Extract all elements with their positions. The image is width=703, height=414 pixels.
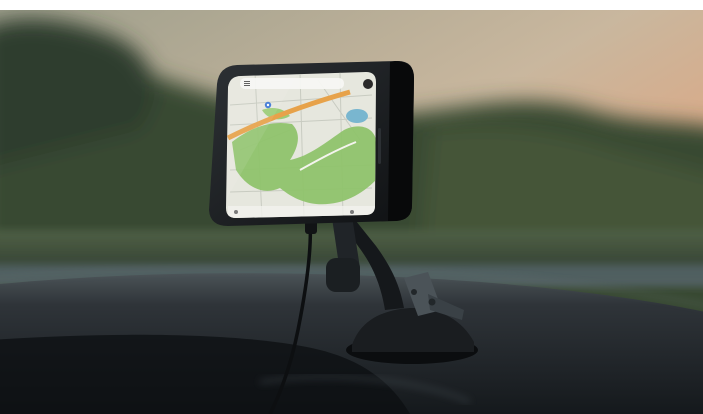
top-white-band xyxy=(0,0,703,10)
phone-screen xyxy=(226,72,376,218)
photo-frame xyxy=(0,0,703,414)
profile-icon[interactable] xyxy=(363,79,373,89)
map-nav-dot[interactable] xyxy=(234,210,238,214)
map-water xyxy=(346,109,368,123)
map-nav-dot[interactable] xyxy=(350,210,354,214)
phone-side-button xyxy=(378,128,381,164)
smartphone xyxy=(209,61,414,226)
phone-side-edge xyxy=(388,61,414,221)
dashboard-phone-scene xyxy=(0,10,703,414)
